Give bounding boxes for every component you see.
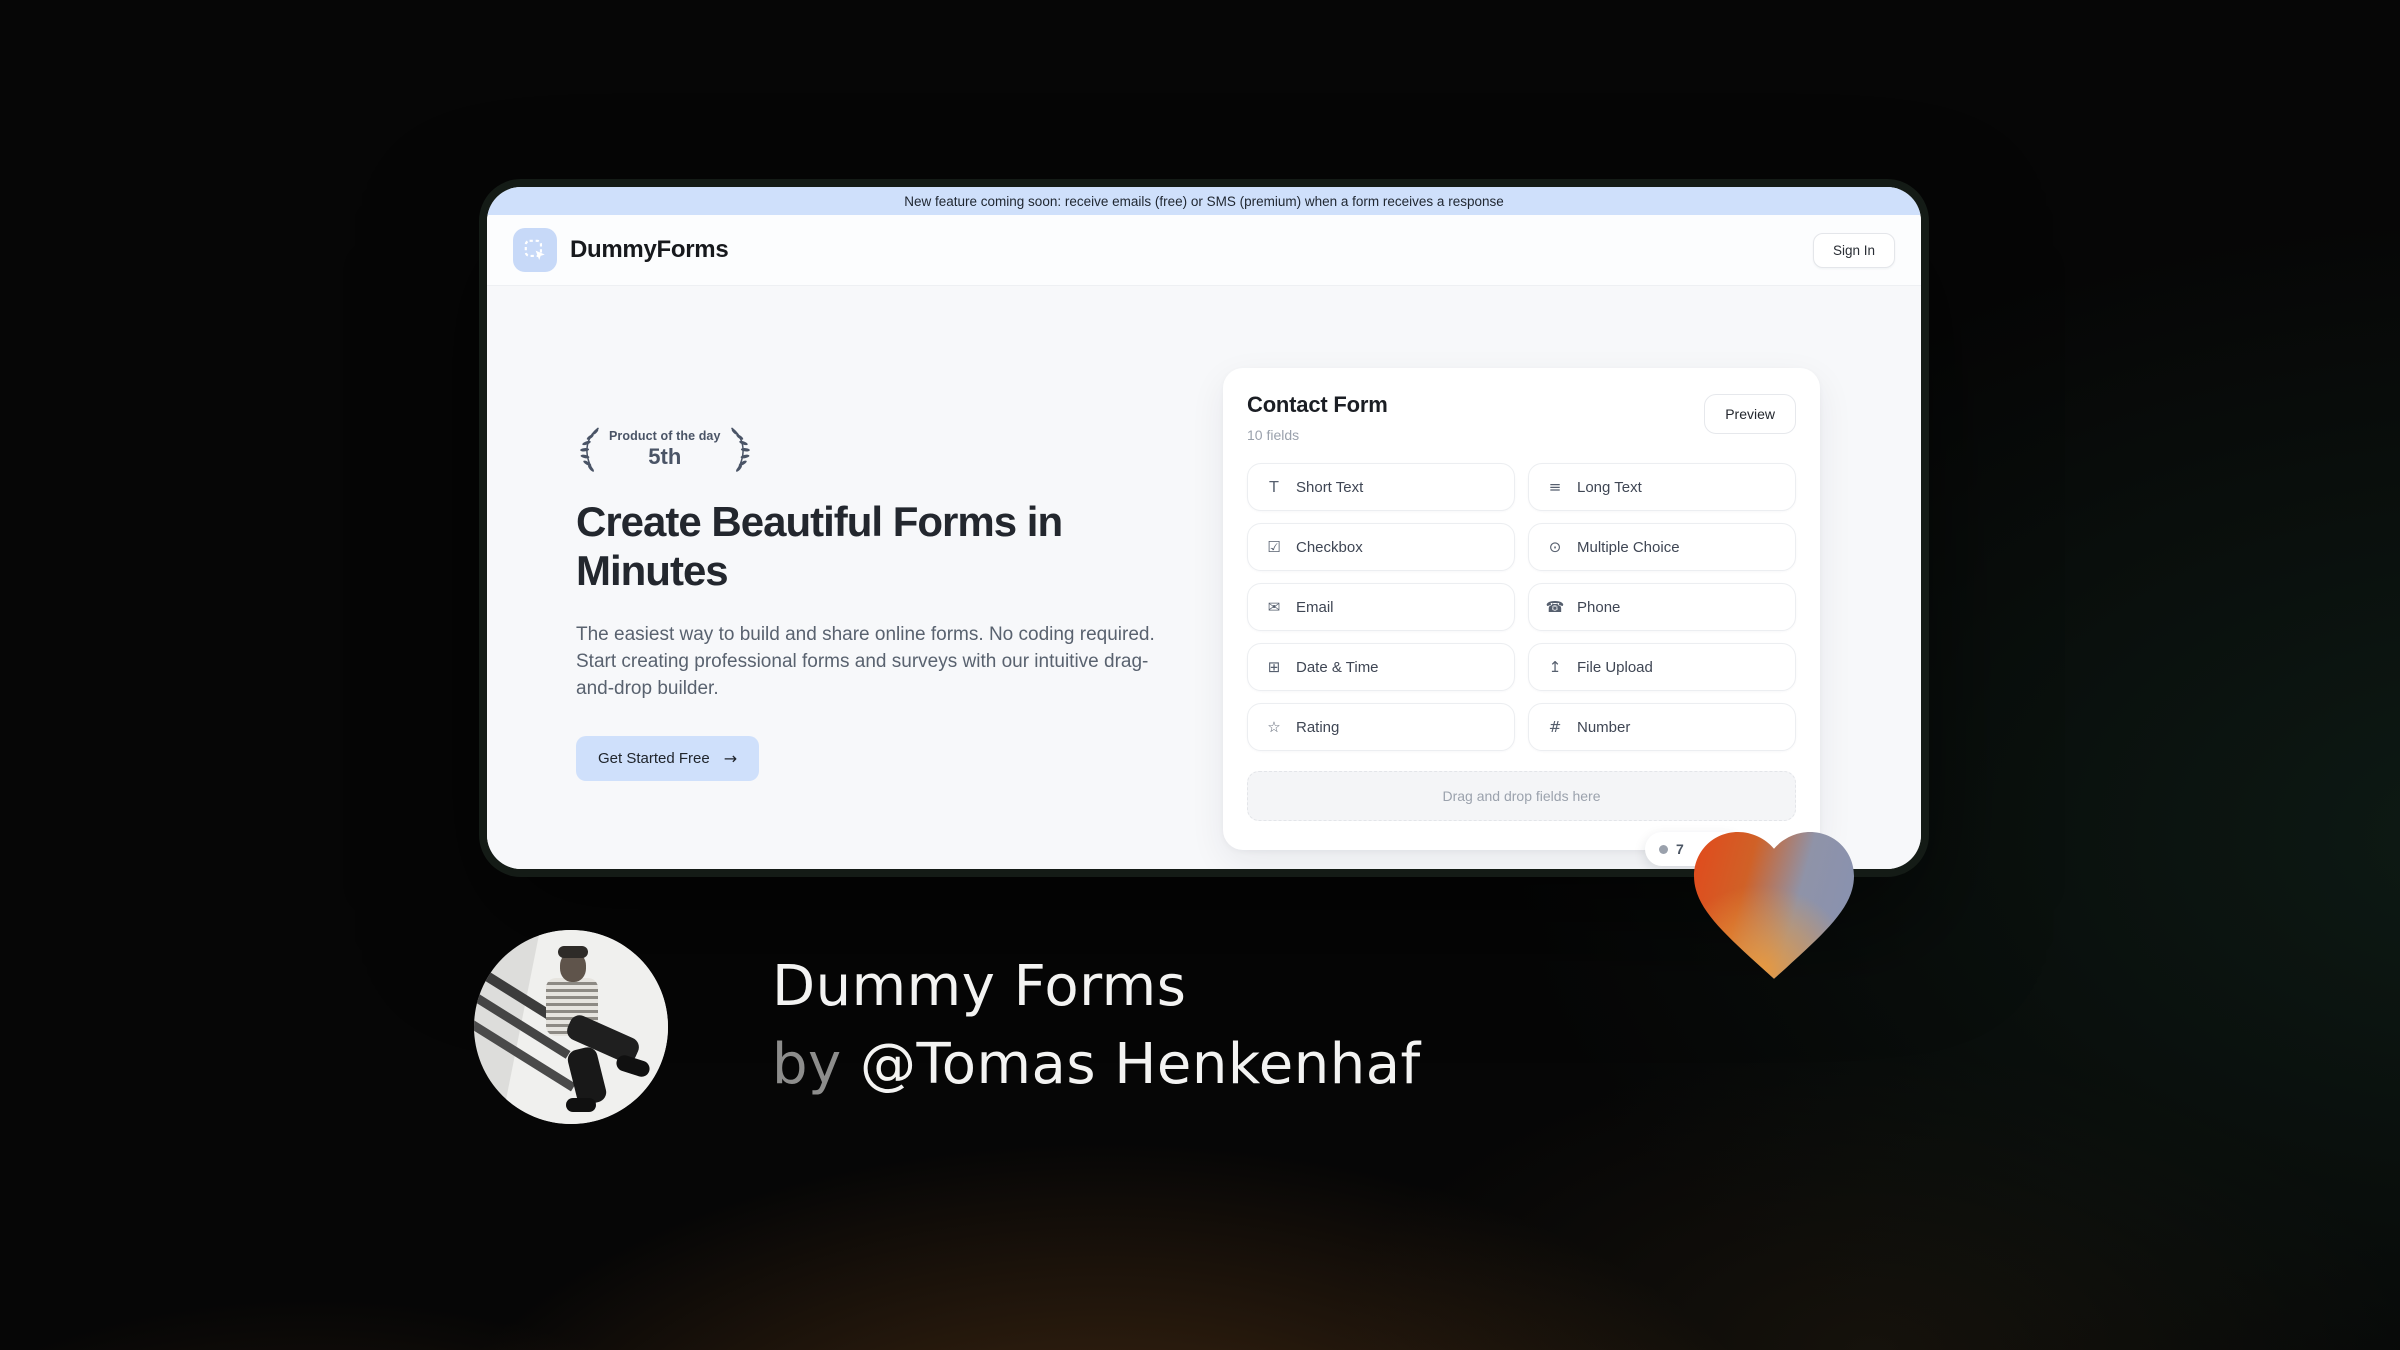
date-time-icon: ⊞ bbox=[1267, 658, 1281, 676]
badge-text: Product of the day 5th bbox=[609, 429, 721, 470]
preview-button[interactable]: Preview bbox=[1704, 394, 1796, 434]
form-builder-card: Contact Form 10 fields Preview T Short T… bbox=[1223, 368, 1820, 850]
promo-canvas: New feature coming soon: receive emails … bbox=[0, 0, 2400, 1350]
number-icon: # bbox=[1548, 718, 1562, 736]
announcement-text: New feature coming soon: receive emails … bbox=[904, 193, 1504, 209]
brand[interactable]: DummyForms bbox=[513, 228, 729, 272]
file-upload-icon: ↥ bbox=[1548, 658, 1562, 676]
get-started-button[interactable]: Get Started Free → bbox=[576, 736, 760, 781]
field-type-item[interactable]: ☎ Phone bbox=[1528, 583, 1796, 631]
field-type-item[interactable]: ☑ Checkbox bbox=[1247, 523, 1515, 571]
sign-in-button[interactable]: Sign In bbox=[1812, 232, 1895, 268]
credit-block: Dummy Forms by @Tomas Henkenhaf bbox=[772, 948, 1421, 1104]
long-text-icon: ≡ bbox=[1548, 478, 1562, 496]
product-title: Dummy Forms bbox=[772, 954, 1187, 1019]
multiple-choice-icon: ⊙ bbox=[1548, 538, 1562, 556]
laurel-right-icon bbox=[730, 427, 750, 472]
field-type-item[interactable]: # Number bbox=[1528, 703, 1796, 751]
page-title-line1: Create Beautiful Forms in bbox=[576, 498, 1063, 545]
get-started-label: Get Started Free bbox=[598, 750, 710, 767]
field-type-item[interactable]: ⊙ Multiple Choice bbox=[1528, 523, 1796, 571]
checkbox-icon: ☑ bbox=[1267, 538, 1281, 556]
field-type-item[interactable]: ≡ Long Text bbox=[1528, 463, 1796, 511]
short-text-icon: T bbox=[1269, 478, 1279, 496]
field-type-item[interactable]: ☆ Rating bbox=[1247, 703, 1515, 751]
vote-dot-icon bbox=[1659, 844, 1668, 854]
brand-name: DummyForms bbox=[570, 236, 729, 263]
page-title: Create Beautiful Forms in Minutes bbox=[576, 498, 1156, 595]
field-type-item[interactable]: ↥ File Upload bbox=[1528, 643, 1796, 691]
badge-rank: 5th bbox=[648, 443, 682, 469]
form-card-header: Contact Form 10 fields Preview bbox=[1247, 392, 1796, 443]
hero-description: The easiest way to build and share onlin… bbox=[576, 624, 1155, 699]
field-type-grid: T Short Text ≡ Long Text ☑ Checkbox ⊙ Mu… bbox=[1247, 463, 1796, 751]
brand-logo-icon bbox=[513, 228, 557, 272]
announcement-banner: New feature coming soon: receive emails … bbox=[487, 187, 1921, 215]
phone-icon: ☎ bbox=[1545, 598, 1565, 616]
page-title-line2: Minutes bbox=[576, 546, 729, 594]
laurel-left-icon bbox=[580, 427, 599, 472]
badge-label: Product of the day bbox=[609, 428, 721, 443]
drag-drop-label: Drag and drop fields here bbox=[1442, 788, 1601, 804]
arrow-right-icon: → bbox=[723, 749, 738, 768]
byline-handle: @Tomas Henkenhaf bbox=[860, 1032, 1421, 1097]
field-type-item[interactable]: ⊞ Date & Time bbox=[1247, 643, 1515, 691]
creator-avatar bbox=[474, 930, 668, 1124]
rating-icon: ☆ bbox=[1267, 718, 1281, 736]
field-type-item[interactable]: T Short Text bbox=[1247, 463, 1515, 511]
field-type-item[interactable]: ✉ Email bbox=[1247, 583, 1515, 631]
app-header: DummyForms Sign In bbox=[487, 215, 1921, 286]
email-icon: ✉ bbox=[1267, 598, 1281, 616]
heart-icon bbox=[1694, 832, 1854, 979]
app-window: New feature coming soon: receive emails … bbox=[487, 187, 1921, 869]
hero-section: Product of the day 5th Create Beautiful … bbox=[487, 286, 1921, 869]
byline: by @Tomas Henkenhaf bbox=[772, 1026, 1421, 1104]
product-of-the-day-badge: Product of the day 5th bbox=[576, 424, 754, 474]
byline-prefix: by bbox=[772, 1032, 842, 1097]
